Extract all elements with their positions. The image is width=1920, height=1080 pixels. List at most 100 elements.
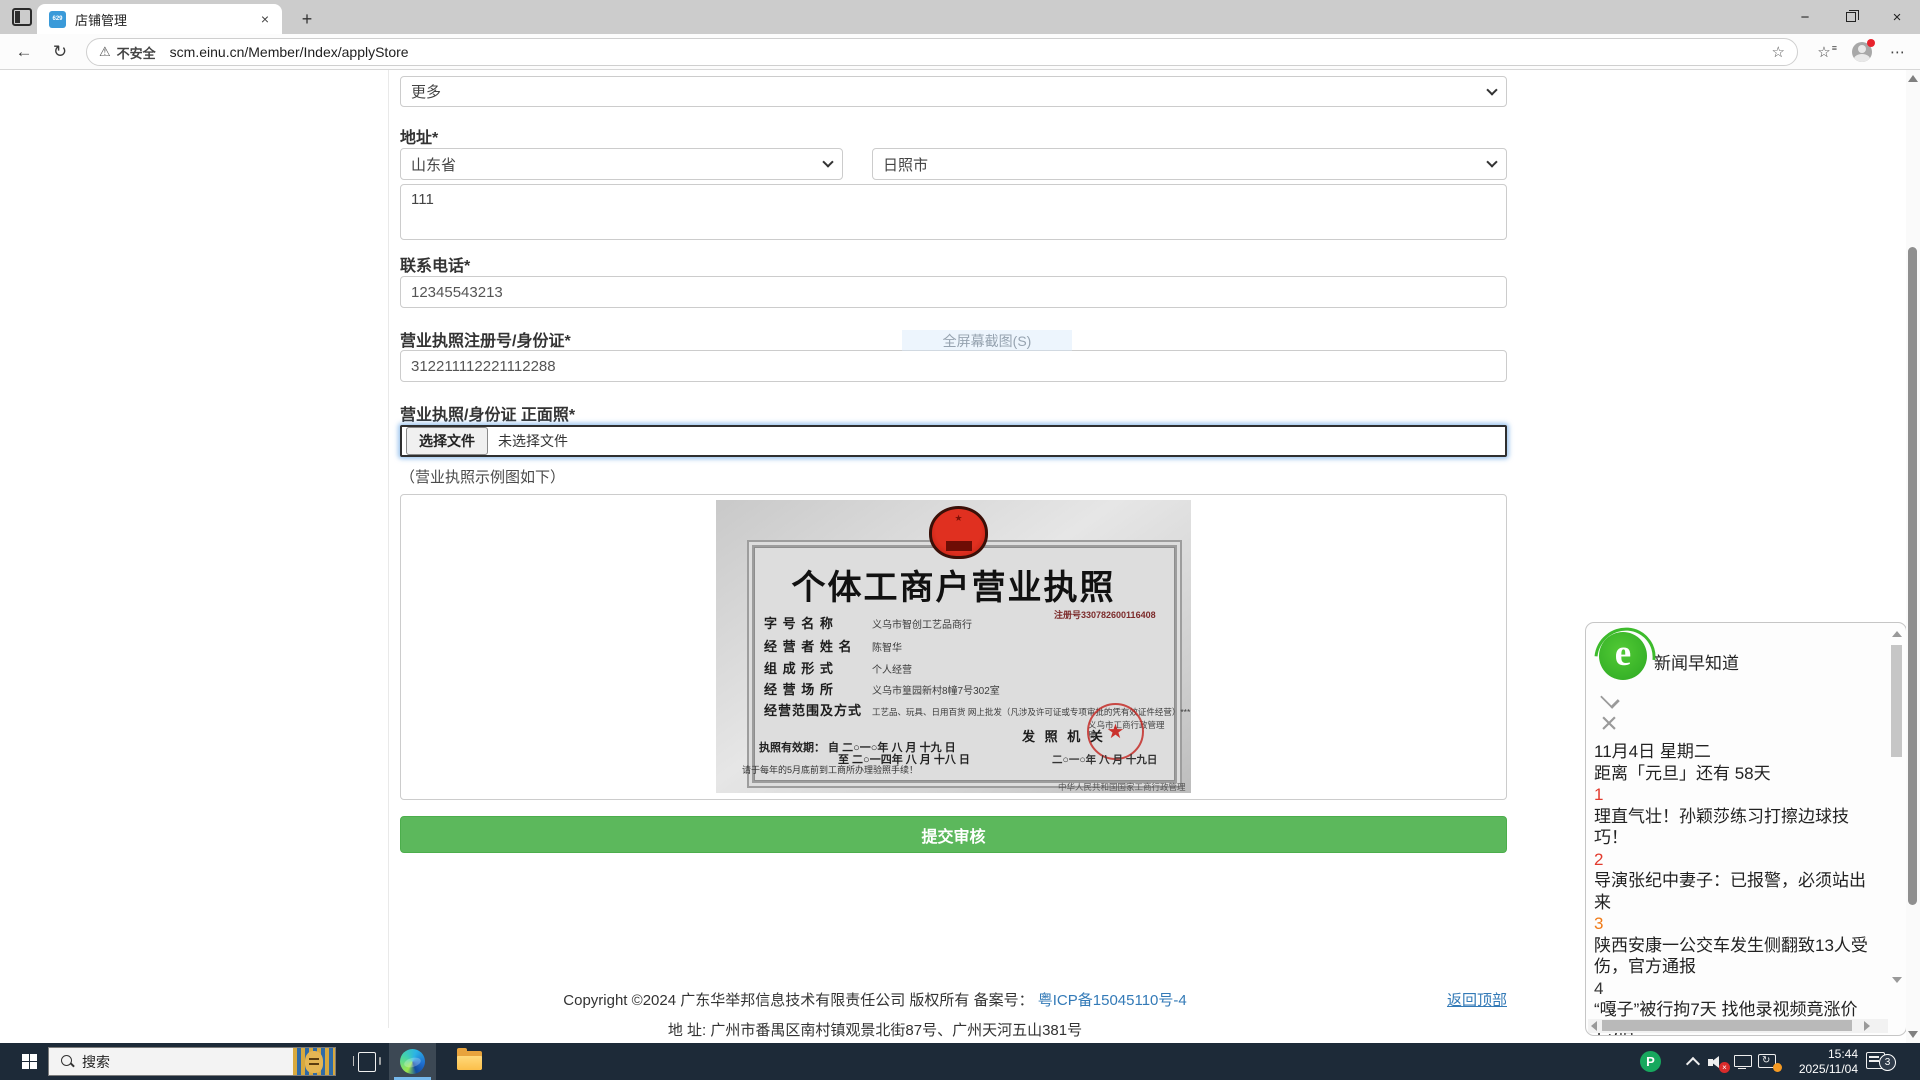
license-title: 个体工商户营业执照	[716, 560, 1191, 609]
beian-link[interactable]: 粤ICP备15045110号-4	[1038, 992, 1187, 1009]
favorite-star-icon[interactable]: ☆	[1772, 43, 1785, 61]
footer-address: 地 址: 广州市番禺区南村镇观景北街87号、广州天河五山381号	[400, 1019, 1350, 1040]
close-window-button[interactable]: ×	[1874, 0, 1920, 34]
restore-icon	[1846, 12, 1856, 22]
refresh-button[interactable]: ↻	[48, 40, 72, 64]
copyright-text: Copyright ©2024 广东华举邦信息技术有限责任公司 版权所有	[563, 992, 969, 1009]
news-item-number: 4	[1594, 978, 1880, 1000]
scroll-left-arrow-icon[interactable]	[1591, 1021, 1597, 1031]
news-logo-icon	[1599, 632, 1647, 680]
phone-input[interactable]	[400, 276, 1507, 308]
scrollbar-thumb[interactable]	[1602, 1020, 1852, 1031]
news-date-line: 11月4日 星期二	[1594, 741, 1880, 763]
taskbar-edge-button[interactable]	[389, 1043, 436, 1080]
tab-actions-menu-icon[interactable]	[12, 8, 32, 26]
scrollbar-thumb[interactable]	[1908, 247, 1917, 905]
restore-button[interactable]	[1828, 0, 1874, 34]
province-select[interactable]: 山东省	[400, 148, 843, 180]
task-view-button[interactable]	[352, 1050, 382, 1074]
search-icon	[61, 1055, 74, 1068]
news-item-link[interactable]: 导演张纪中妻子：已报警，必须站出来	[1594, 870, 1880, 913]
system-tray: P × ↻ 15:44 2025/11/04 3	[1620, 1043, 1920, 1080]
search-highlight-image[interactable]	[293, 1047, 335, 1076]
hidden-icons-chevron-icon[interactable]	[1688, 1059, 1698, 1069]
browser-tab[interactable]: 629 店铺管理 ×	[37, 4, 282, 34]
profile-avatar[interactable]	[1850, 41, 1874, 63]
chevron-down-icon	[1486, 84, 1497, 95]
news-panel: 新闻早知道 × 11月4日 星期二 距离「元旦」还有 58天 1 理直气壮！孙颖…	[1585, 622, 1907, 1036]
sync-status-icon[interactable]: ↻	[1758, 1053, 1782, 1071]
chevron-down-icon	[1486, 156, 1497, 167]
footer-copyright: Copyright ©2024 广东华举邦信息技术有限责任公司 版权所有 备案号…	[400, 989, 1350, 1010]
collapse-chevron-icon[interactable]	[1594, 685, 1628, 705]
new-tab-button[interactable]: +	[296, 8, 318, 30]
news-item-number: 1	[1594, 784, 1880, 806]
file-upload-input[interactable]: 选择文件 未选择文件	[400, 425, 1507, 457]
scroll-down-arrow-icon[interactable]	[1908, 1031, 1918, 1038]
clock-date: 2025/11/04	[1784, 1062, 1858, 1077]
no-file-text: 未选择文件	[498, 431, 568, 451]
page-scrollbar[interactable]	[1906, 70, 1920, 1043]
license-example-box: 个体工商户营业执照 注册号330782600116408 字 号 名 称义乌市智…	[400, 494, 1507, 800]
scrollbar-thumb[interactable]	[1891, 645, 1902, 757]
windows-taskbar: 搜索 P × ↻ 15:44 2025/11/04 3	[0, 1043, 1920, 1080]
license-example-image: 个体工商户营业执照 注册号330782600116408 字 号 名 称义乌市智…	[716, 500, 1191, 793]
submit-button[interactable]: 提交审核	[400, 816, 1507, 853]
tab-close-icon[interactable]: ×	[256, 10, 274, 28]
address-detail-textarea[interactable]: 111	[400, 184, 1507, 240]
search-placeholder: 搜索	[82, 1052, 293, 1072]
tray-app-p-icon[interactable]: P	[1640, 1051, 1661, 1072]
annual-check-note: 请于每年的5月底前到工商所办理验照手续！	[742, 763, 918, 776]
license-row: 经 营 者 姓 名陈智华	[764, 636, 902, 656]
photo-label: 营业执照/身份证 正面照*	[400, 401, 575, 425]
address-bar[interactable]: ⚠ 不安全 scm.einu.cn/Member/Index/applyStor…	[86, 38, 1798, 66]
scroll-up-arrow-icon[interactable]	[1892, 631, 1902, 637]
news-close-icon[interactable]: ×	[1596, 711, 1622, 737]
more-select[interactable]: 更多	[400, 76, 1507, 107]
windows-logo-icon	[22, 1054, 37, 1069]
scroll-down-arrow-icon[interactable]	[1892, 977, 1902, 983]
alert-dot	[1773, 1063, 1782, 1072]
news-vertical-scrollbar[interactable]	[1890, 627, 1903, 1015]
favorites-bar-icon[interactable]: ☆	[1812, 41, 1836, 63]
more-menu-icon[interactable]: ⋯	[1886, 41, 1910, 63]
file-explorer-icon	[457, 1051, 482, 1071]
tab-title: 店铺管理	[75, 10, 256, 29]
url-text[interactable]: scm.einu.cn/Member/Index/applyStore	[170, 44, 1772, 60]
beian-label: 备案号：	[969, 992, 1037, 1009]
choose-file-button[interactable]: 选择文件	[406, 427, 488, 455]
chevron-down-icon	[822, 156, 833, 167]
scroll-up-arrow-icon[interactable]	[1908, 75, 1918, 82]
taskbar-clock[interactable]: 15:44 2025/11/04	[1784, 1047, 1858, 1076]
news-item-number: 2	[1594, 849, 1880, 871]
news-list: 11月4日 星期二 距离「元旦」还有 58天 1 理直气壮！孙颖莎练习打擦边球技…	[1594, 741, 1880, 1036]
print-office: 中华人民共和国国家工商行政管理总局制	[1058, 781, 1191, 793]
news-horizontal-scrollbar[interactable]	[1588, 1019, 1888, 1033]
minimize-button[interactable]: −	[1782, 0, 1828, 34]
taskbar-explorer-button[interactable]	[446, 1043, 493, 1080]
back-to-top-link[interactable]: 返回顶部	[1447, 989, 1507, 1010]
news-item-link[interactable]: 陕西安康一公交车发生侧翻致13人受伤，官方通报	[1594, 935, 1880, 978]
license-row: 经 营 场 所义乌市篁园新村8幢7号302室	[764, 679, 1000, 699]
left-divider	[388, 70, 389, 1028]
license-no-input[interactable]	[400, 350, 1507, 382]
volume-muted-icon[interactable]: ×	[1708, 1055, 1730, 1070]
license-row: 字 号 名 称义乌市智创工艺品商行	[764, 613, 972, 633]
example-note: （营业执照示例图如下）	[400, 466, 565, 487]
security-label[interactable]: 不安全	[117, 43, 156, 62]
start-button[interactable]	[12, 1043, 46, 1080]
action-center-icon[interactable]: 3	[1866, 1052, 1892, 1072]
taskbar-search-box[interactable]: 搜索	[48, 1047, 336, 1076]
edge-icon	[400, 1049, 425, 1074]
page-content: 更多 地址* 山东省 日照市 111 联系电话* 营业执照注册号/身份证* 营业…	[0, 70, 1920, 1043]
scroll-right-arrow-icon[interactable]	[1864, 1021, 1870, 1031]
news-countdown-line: 距离「元旦」还有 58天	[1594, 763, 1880, 785]
news-item-link[interactable]: 理直气壮！孙颖莎练习打擦边球技巧！	[1594, 806, 1880, 849]
national-emblem-icon	[929, 506, 988, 559]
browser-toolbar: ← ↻ ⚠ 不安全 scm.einu.cn/Member/Index/apply…	[0, 34, 1920, 70]
news-panel-title: 新闻早知道	[1654, 649, 1739, 674]
site-favicon-icon: 629	[49, 11, 66, 28]
back-button[interactable]: ←	[12, 40, 36, 64]
network-icon[interactable]	[1734, 1055, 1752, 1069]
city-select[interactable]: 日照市	[872, 148, 1507, 180]
